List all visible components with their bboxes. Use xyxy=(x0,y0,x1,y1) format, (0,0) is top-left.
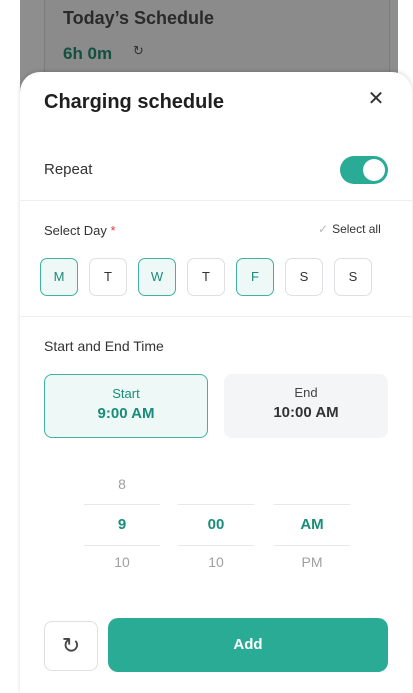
end-label: End xyxy=(294,385,318,400)
divider xyxy=(20,316,412,317)
todays-schedule-title: Today’s Schedule xyxy=(63,8,215,28)
close-icon[interactable]: ✕ xyxy=(364,87,388,111)
minute-picker[interactable]: 00 10 xyxy=(178,476,254,574)
check-icon: ✓ xyxy=(318,222,329,236)
day-sunday[interactable]: S xyxy=(334,258,372,296)
day-saturday[interactable]: S xyxy=(285,258,323,296)
start-time-value: 9:00 AM xyxy=(97,405,155,422)
reset-button[interactable]: ↻ xyxy=(44,621,98,671)
period-next: PM xyxy=(301,554,323,570)
charging-schedule-sheet: Charging schedule ✕ Repeat Select Day * … xyxy=(20,72,412,693)
day-monday[interactable]: M xyxy=(40,258,78,296)
schedule-duration: 6h 0m xyxy=(63,44,113,63)
day-wednesday[interactable]: W xyxy=(138,258,176,296)
day-tuesday[interactable]: T xyxy=(89,258,127,296)
day-friday[interactable]: F xyxy=(236,258,274,296)
start-time-tab[interactable]: Start 9:00 AM xyxy=(44,374,208,438)
minute-selected: 00 xyxy=(178,504,254,546)
toggle-knob xyxy=(363,159,385,181)
period-picker[interactable]: AM PM xyxy=(274,476,350,574)
divider xyxy=(20,200,412,201)
repeat-toggle[interactable] xyxy=(340,156,388,184)
hour-prev: 8 xyxy=(118,476,126,492)
repeat-label: Repeat xyxy=(44,161,93,178)
add-button[interactable]: Add xyxy=(108,618,388,672)
minute-next: 10 xyxy=(208,554,224,570)
required-mark: * xyxy=(110,223,116,238)
sync-icon: ↻ xyxy=(133,43,144,58)
time-section-label: Start and End Time xyxy=(44,338,164,354)
day-thursday[interactable]: T xyxy=(187,258,225,296)
hour-selected: 9 xyxy=(84,504,160,546)
hour-next: 10 xyxy=(114,554,130,570)
select-day-label: Select Day * xyxy=(44,223,116,238)
select-all-button[interactable]: ✓ Select all xyxy=(318,222,381,236)
end-time-tab[interactable]: End 10:00 AM xyxy=(224,374,388,438)
sheet-title: Charging schedule xyxy=(44,91,225,113)
start-label: Start xyxy=(112,386,140,401)
end-time-value: 10:00 AM xyxy=(273,404,339,421)
day-selector: M T W T F S S xyxy=(40,258,390,298)
reset-icon: ↻ xyxy=(61,633,81,658)
period-selected: AM xyxy=(274,504,350,546)
hour-picker[interactable]: 8 9 10 xyxy=(84,476,160,574)
period-prev xyxy=(274,476,350,496)
minute-prev xyxy=(178,476,254,496)
